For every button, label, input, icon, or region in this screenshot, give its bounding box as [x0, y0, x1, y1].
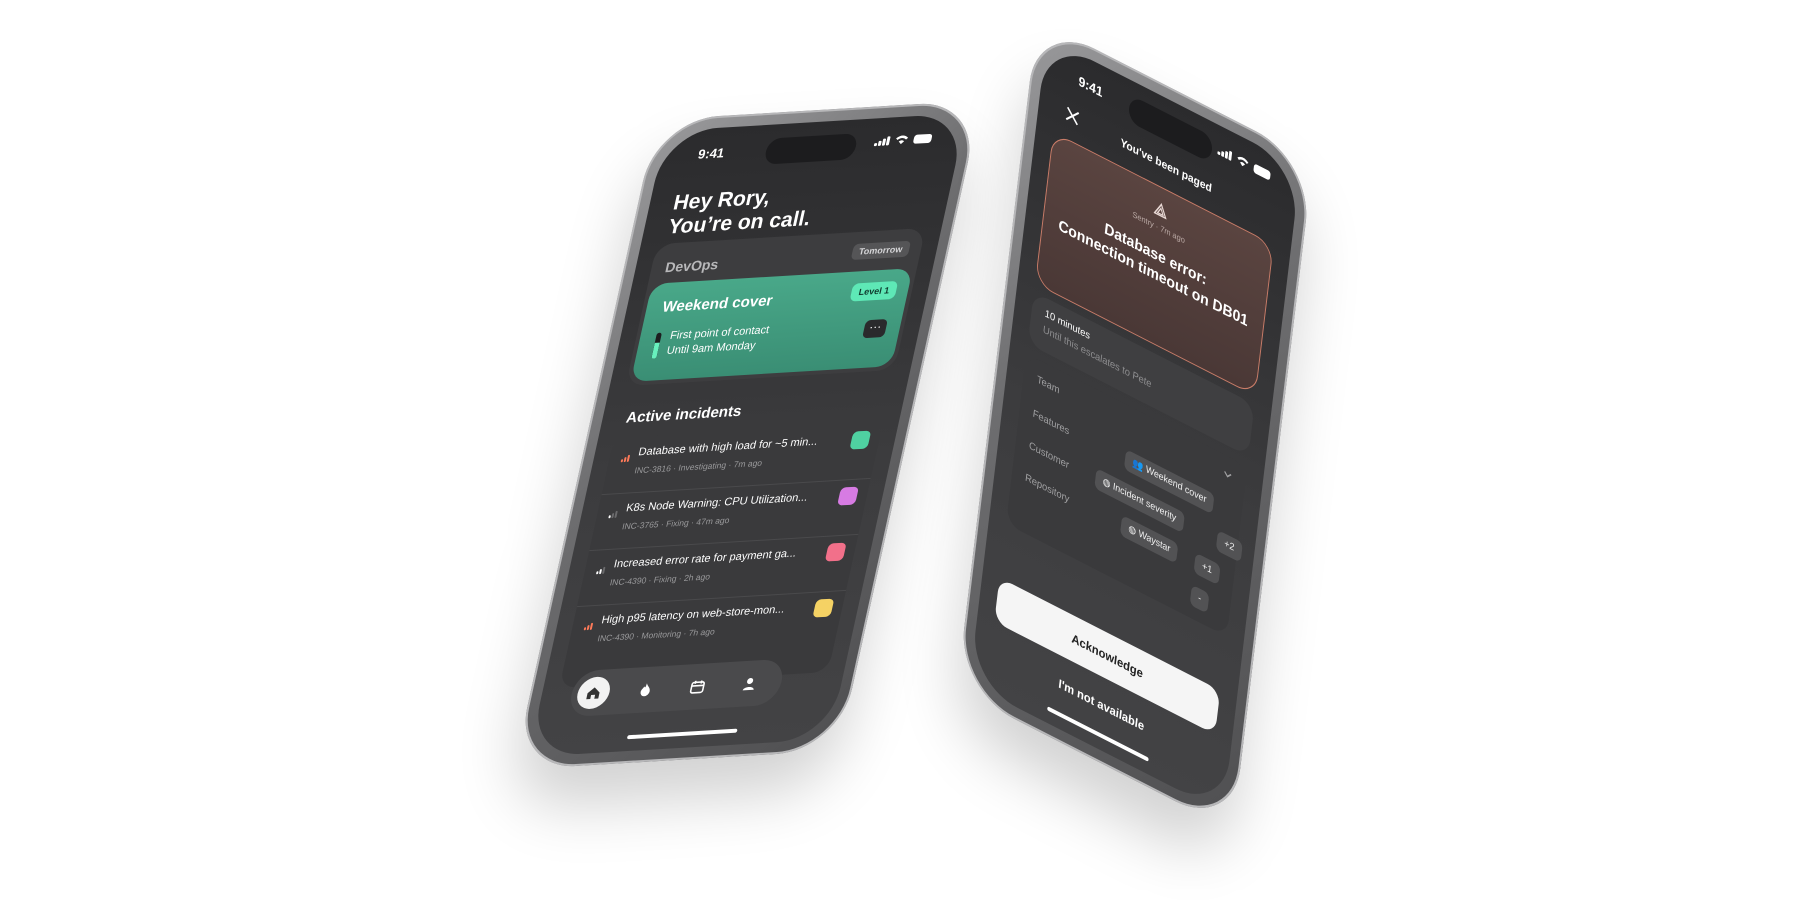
phone-home-screen: 9:41 Hey Rory, You’re on call. DevOps To… — [513, 100, 982, 770]
incident-meta: INC-4390 · Fixing · 2h ago — [608, 571, 712, 588]
tab-schedule[interactable] — [678, 670, 717, 704]
home-indicator — [626, 728, 738, 740]
status-icons — [1217, 144, 1271, 181]
team-schedule-badge: Tomorrow — [850, 240, 912, 261]
dynamic-island — [762, 133, 859, 165]
sentry-icon — [1153, 203, 1167, 220]
avatar — [812, 598, 835, 618]
incident-title: Database with high load for ~5 min... — [637, 435, 819, 459]
home-icon — [586, 687, 600, 700]
severity-icon — [608, 510, 618, 519]
home-screen: 9:41 Hey Rory, You’re on call. DevOps To… — [528, 112, 967, 758]
avatar — [837, 486, 860, 506]
status-time: 9:41 — [696, 145, 726, 162]
avatar — [849, 430, 872, 450]
greeting: Hey Rory, You’re on call. — [666, 183, 819, 240]
team-card[interactable]: DevOps Tomorrow Weekend cover Level 1 Fi… — [625, 227, 926, 387]
paged-screen: 9:41 You've been paged Sentry · 7m ago D… — [969, 37, 1301, 813]
incident-title: K8s Node Warning: CPU Utilization... — [624, 491, 809, 515]
incident-title: Increased error rate for payment ga... — [612, 547, 798, 571]
more-chip[interactable]: +1 — [1193, 552, 1221, 586]
cover-progress-bar — [651, 332, 662, 359]
fire-icon — [640, 683, 650, 697]
cover-title: Weekend cover — [660, 292, 775, 316]
severity-bar — [614, 510, 618, 518]
wifi-icon — [1237, 156, 1249, 167]
battery-icon — [1253, 162, 1271, 181]
battery-icon — [912, 133, 933, 144]
severity-bar — [626, 454, 631, 462]
status-time: 9:41 — [1077, 73, 1104, 101]
cover-progress-fill — [651, 342, 660, 359]
more-options-button[interactable]: ··· — [862, 319, 888, 339]
customer-label: Customer — [1028, 440, 1070, 472]
team-label: Team — [1036, 374, 1061, 397]
profile-icon — [742, 678, 754, 691]
incident-title: High p95 latency on web-store-mon... — [600, 603, 786, 627]
severity-bar — [589, 622, 594, 630]
tab-home[interactable] — [574, 675, 614, 710]
wifi-icon — [896, 135, 909, 145]
cover-until-line: Until 9am Monday — [665, 339, 757, 358]
tab-incidents[interactable] — [626, 673, 665, 707]
calendar-icon — [689, 680, 705, 694]
severity-icon — [583, 622, 594, 631]
severity-icon — [595, 566, 606, 575]
incident-meta: INC-4390 · Monitoring · 7h ago — [596, 626, 716, 644]
team-name: DevOps — [663, 256, 721, 276]
features-label: Features — [1032, 408, 1070, 438]
chip-label: Waystar — [1137, 527, 1171, 556]
signal-icon — [873, 135, 891, 146]
incident-meta: INC-3765 · Fixing · 47m ago — [621, 514, 731, 532]
signal-icon — [1217, 144, 1233, 161]
level-badge: Level 1 — [849, 280, 899, 302]
incident-list: Database with high load for ~5 min... IN… — [559, 421, 884, 689]
severity-icon — [620, 454, 631, 463]
phone-paged-screen: 9:41 You've been paged Sentry · 7m ago D… — [956, 19, 1314, 831]
empty-value-chip[interactable]: - — [1189, 584, 1210, 614]
more-chip[interactable]: +2 — [1215, 530, 1243, 563]
active-incidents-title: Active incidents — [624, 402, 744, 427]
tab-profile[interactable] — [730, 667, 769, 701]
chevron-down-icon[interactable] — [1222, 467, 1232, 482]
weekend-cover-card[interactable]: Weekend cover Level 1 First point of con… — [630, 268, 913, 382]
status-icons — [873, 133, 933, 146]
avatar — [824, 542, 847, 562]
incident-meta: INC-3816 · Investigating · 7m ago — [633, 457, 764, 476]
severity-bar — [601, 566, 606, 574]
repository-label: Repository — [1024, 472, 1070, 506]
